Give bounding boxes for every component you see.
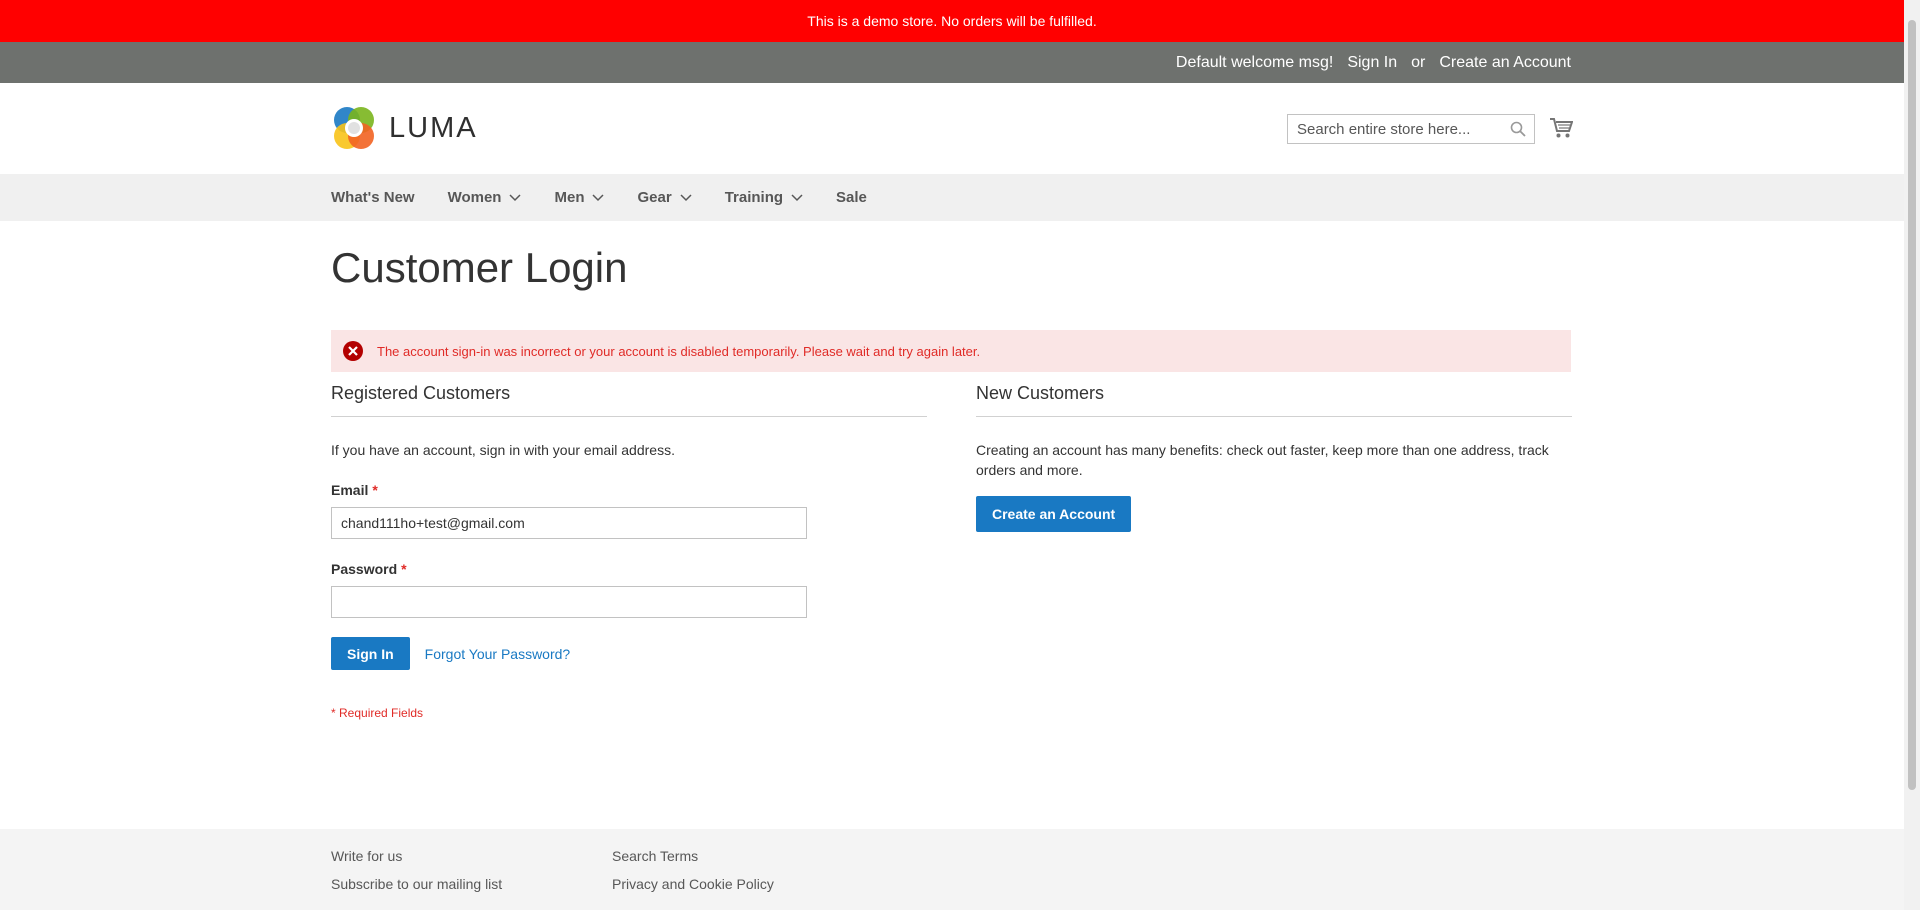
nav-item-women[interactable]: Women bbox=[448, 189, 522, 206]
email-field[interactable] bbox=[331, 507, 807, 539]
required-asterisk: * bbox=[401, 561, 407, 577]
nav-item-label: Women bbox=[447, 189, 502, 206]
nav-item-men[interactable]: Men bbox=[554, 189, 605, 206]
header-links: Default welcome msg! Sign In or Create a… bbox=[1176, 42, 1571, 83]
sign-in-link[interactable]: Sign In bbox=[1347, 54, 1397, 72]
registered-intro: If you have an account, sign in with you… bbox=[331, 442, 675, 458]
new-customers-title: New Customers bbox=[976, 382, 1572, 417]
create-account-button[interactable]: Create an Account bbox=[976, 496, 1132, 532]
footer: Write for us Subscribe to our mailing li… bbox=[0, 829, 1904, 910]
email-label: Email * bbox=[331, 482, 927, 498]
panel-header: Default welcome msg! Sign In or Create a… bbox=[0, 42, 1904, 83]
footer-link-subscribe[interactable]: Subscribe to our mailing list bbox=[331, 876, 502, 893]
registered-customers-title: Registered Customers bbox=[331, 382, 927, 417]
footer-links-col-1: Write for us Subscribe to our mailing li… bbox=[331, 848, 502, 904]
chevron-down-icon bbox=[592, 193, 605, 201]
required-fields-note: * Required Fields bbox=[331, 706, 424, 720]
password-field[interactable] bbox=[331, 586, 807, 618]
footer-links-col-2: Search Terms Privacy and Cookie Policy bbox=[612, 848, 774, 904]
logo[interactable]: LUMA bbox=[331, 104, 478, 152]
nav-item-gear[interactable]: Gear bbox=[637, 189, 692, 206]
footer-link-search-terms[interactable]: Search Terms bbox=[612, 848, 774, 865]
registered-customers-block: Registered Customers If you have an acco… bbox=[331, 382, 927, 720]
error-icon bbox=[343, 341, 363, 361]
nav-item-label: Sale bbox=[836, 189, 867, 206]
nav-item-label: What's New bbox=[331, 189, 415, 206]
password-label: Password * bbox=[331, 561, 927, 577]
footer-link-write-for-us[interactable]: Write for us bbox=[331, 848, 502, 865]
create-account-link[interactable]: Create an Account bbox=[1439, 54, 1571, 72]
password-label-text: Password bbox=[331, 561, 398, 577]
or-separator: or bbox=[1411, 53, 1426, 71]
footer-link-privacy-policy[interactable]: Privacy and Cookie Policy bbox=[612, 876, 774, 893]
logo-text: LUMA bbox=[389, 111, 478, 144]
forgot-password-link[interactable]: Forgot Your Password? bbox=[425, 646, 571, 662]
new-customers-block: New Customers Creating an account has ma… bbox=[976, 382, 1572, 532]
luma-logo-icon bbox=[334, 107, 374, 149]
chevron-down-icon bbox=[509, 193, 522, 201]
email-label-text: Email bbox=[331, 482, 369, 498]
nav-item-label: Training bbox=[724, 189, 784, 206]
login-actions: Sign In Forgot Your Password? bbox=[331, 637, 927, 670]
nav-item-label: Gear bbox=[637, 189, 672, 206]
welcome-message: Default welcome msg! bbox=[1175, 53, 1334, 71]
site-header: LUMA bbox=[0, 83, 1904, 174]
error-message: The account sign-in was incorrect or you… bbox=[331, 330, 1571, 372]
vertical-scrollbar[interactable] bbox=[1904, 0, 1920, 910]
sign-in-button[interactable]: Sign In bbox=[331, 637, 410, 670]
cart-icon[interactable] bbox=[1549, 117, 1573, 139]
chevron-down-icon bbox=[680, 193, 692, 201]
new-customers-text: Creating an account has many benefits: c… bbox=[976, 442, 1549, 478]
search-input[interactable] bbox=[1288, 115, 1516, 143]
search-box bbox=[1287, 114, 1535, 144]
page-title: Customer Login bbox=[331, 244, 628, 291]
required-asterisk: * bbox=[372, 482, 378, 498]
error-message-text: The account sign-in was incorrect or you… bbox=[377, 343, 981, 359]
nav-item-sale[interactable]: Sale bbox=[836, 189, 867, 206]
nav-item-training[interactable]: Training bbox=[725, 189, 803, 206]
nav-item-whats-new[interactable]: What's New bbox=[331, 189, 415, 206]
scrollbar-thumb[interactable] bbox=[1908, 20, 1916, 790]
search-icon[interactable] bbox=[1510, 121, 1526, 137]
chevron-down-icon bbox=[791, 193, 803, 201]
demo-store-notice: This is a demo store. No orders will be … bbox=[0, 0, 1904, 42]
nav-items: What's New Women Men Gear Training Sale bbox=[331, 174, 900, 221]
demo-notice-text: This is a demo store. No orders will be … bbox=[807, 13, 1097, 29]
main-navigation: What's New Women Men Gear Training Sale bbox=[0, 174, 1904, 221]
nav-item-label: Men bbox=[554, 189, 585, 206]
